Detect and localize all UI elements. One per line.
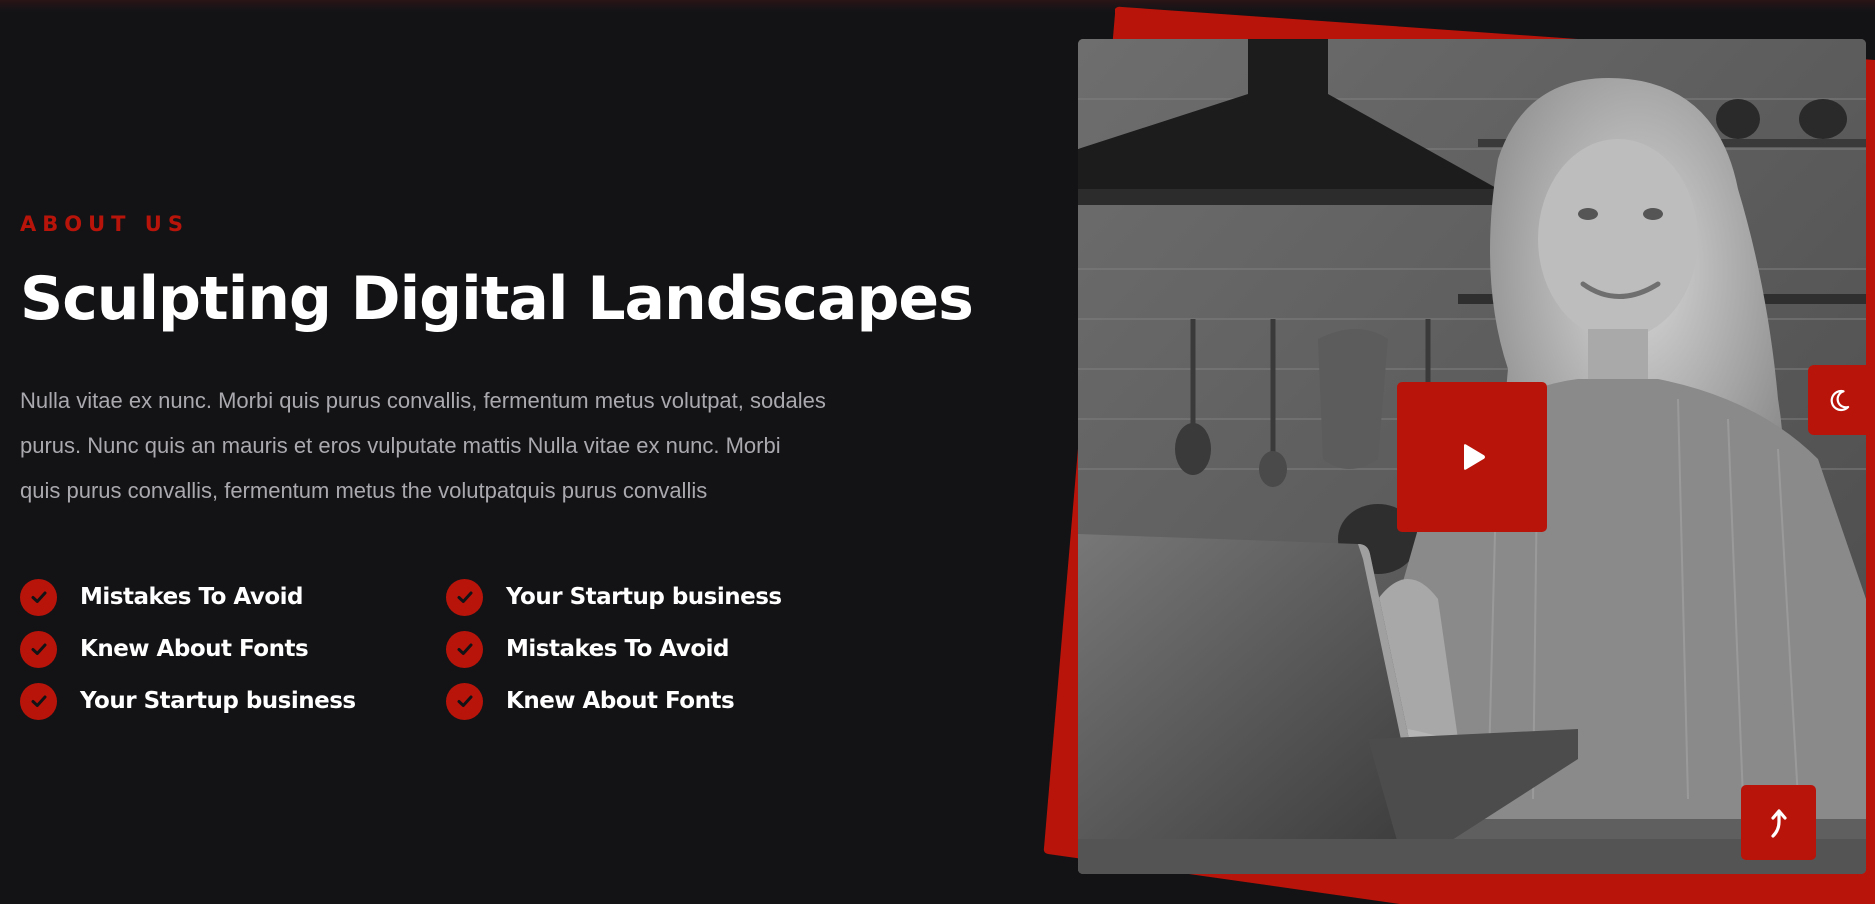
- check-icon: [20, 578, 57, 616]
- feature-list: Mistakes To Avoid Knew About Fonts Your …: [20, 577, 880, 720]
- feature-item: Mistakes To Avoid: [20, 577, 304, 617]
- paragraph-line: purus. Nunc quis an mauris et eros vulpu…: [20, 433, 781, 458]
- feature-label: Mistakes To Avoid: [80, 584, 304, 610]
- check-icon: [446, 578, 483, 616]
- check-icon: [20, 630, 57, 668]
- about-content: ABOUT US Sculpting Digital Landscapes Nu…: [20, 212, 974, 513]
- feature-label: Knew About Fonts: [506, 688, 735, 714]
- feature-item: Your Startup business: [446, 577, 782, 617]
- feature-item: Your Startup business: [20, 681, 356, 721]
- play-video-button[interactable]: [1397, 382, 1547, 532]
- play-icon: [1464, 444, 1485, 470]
- feature-item: Mistakes To Avoid: [446, 629, 730, 669]
- check-icon: [20, 682, 57, 720]
- feature-item: Knew About Fonts: [20, 629, 309, 669]
- check-icon: [446, 682, 483, 720]
- feature-item: Knew About Fonts: [446, 681, 735, 721]
- arrow-up-icon: [1770, 808, 1787, 838]
- page-title: Sculpting Digital Landscapes: [20, 264, 974, 334]
- paragraph-line: Nulla vitae ex nunc. Morbi quis purus co…: [20, 388, 826, 413]
- check-icon: [446, 630, 483, 668]
- feature-label: Your Startup business: [506, 584, 782, 610]
- about-paragraph: Nulla vitae ex nunc. Morbi quis purus co…: [20, 378, 920, 513]
- paragraph-line: quis purus convallis, fermentum metus th…: [20, 478, 708, 503]
- feature-label: Your Startup business: [80, 688, 356, 714]
- moon-icon: [1830, 389, 1849, 412]
- feature-label: Knew About Fonts: [80, 636, 309, 662]
- section-eyebrow: ABOUT US: [20, 212, 189, 236]
- theme-toggle-button[interactable]: [1808, 365, 1875, 435]
- scroll-to-top-button[interactable]: [1741, 785, 1816, 860]
- feature-label: Mistakes To Avoid: [506, 636, 730, 662]
